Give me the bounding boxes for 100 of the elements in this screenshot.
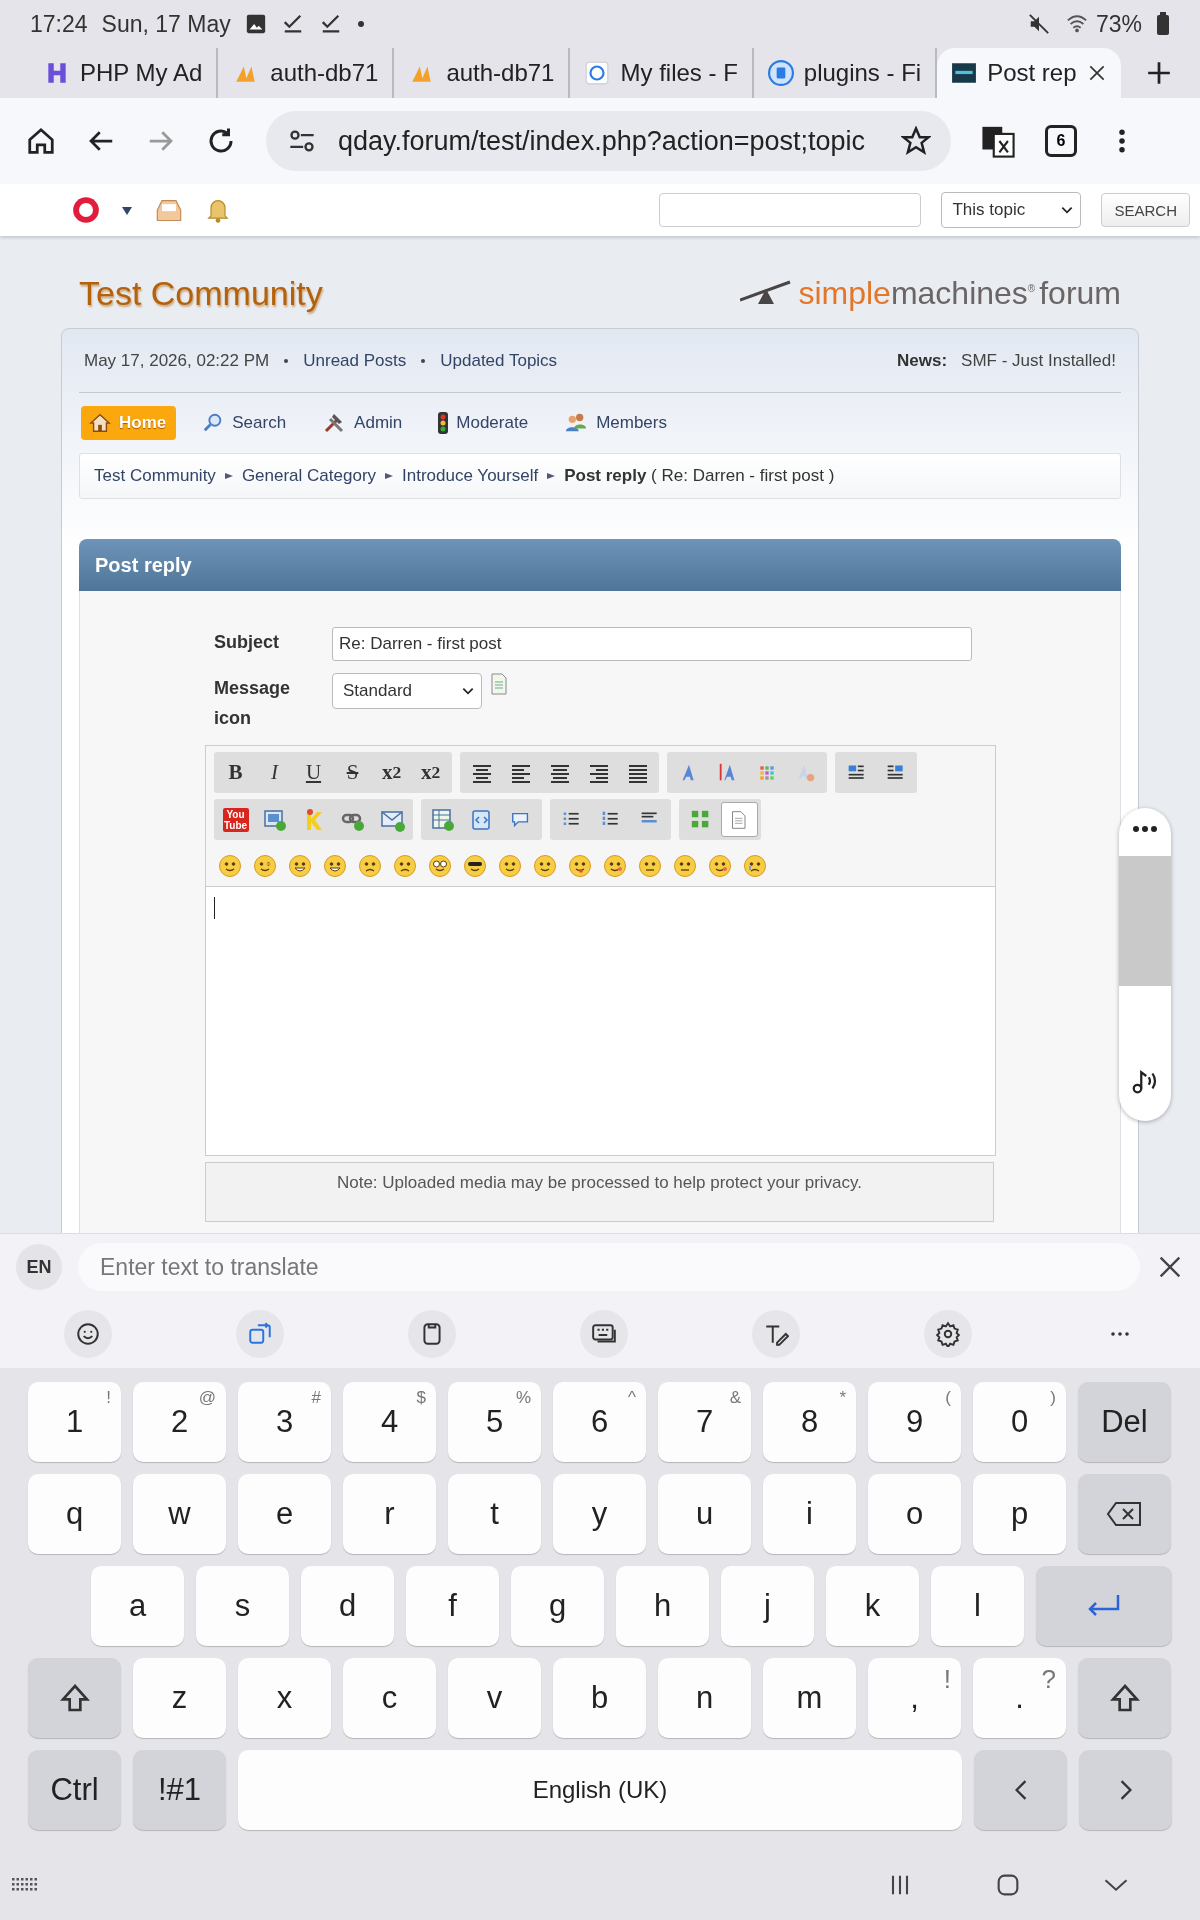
message-icon-select[interactable]: Standard bbox=[332, 673, 482, 709]
keyboard-key[interactable]: 1 ! bbox=[28, 1382, 121, 1462]
translate-page-icon[interactable] bbox=[981, 124, 1015, 158]
message-field[interactable] bbox=[206, 886, 995, 1155]
keyboard-tool-button[interactable] bbox=[408, 1310, 456, 1358]
keyboard-key[interactable] bbox=[1078, 1474, 1171, 1554]
keyboard-key[interactable]: y bbox=[553, 1474, 646, 1554]
translate-field[interactable]: Enter text to translate bbox=[78, 1243, 1140, 1291]
keyboard-key[interactable]: d bbox=[301, 1566, 394, 1646]
keyboard-tool-button[interactable] bbox=[580, 1310, 628, 1358]
bold-button[interactable]: B bbox=[217, 755, 254, 790]
keyboard-key[interactable]: 8 * bbox=[763, 1382, 856, 1462]
keyboard-key[interactable]: . ? bbox=[973, 1658, 1066, 1738]
address-bar[interactable]: qday.forum/test/index.php?action=post;topic bbox=[266, 111, 951, 171]
image-icon bbox=[244, 13, 267, 35]
home-icon[interactable] bbox=[26, 126, 56, 156]
keyboard-key[interactable]: j bbox=[721, 1566, 814, 1646]
keyboard-key[interactable]: e bbox=[238, 1474, 331, 1554]
smiley-icon bbox=[673, 854, 697, 878]
keyboard-key[interactable]: , ! bbox=[868, 1658, 961, 1738]
house-icon bbox=[89, 412, 111, 434]
keyboard-tool-button[interactable] bbox=[924, 1310, 972, 1358]
smiley-icon bbox=[533, 854, 557, 878]
breadcrumb-link[interactable]: Test Community bbox=[94, 466, 216, 486]
keyboard-key[interactable]: i bbox=[763, 1474, 856, 1554]
keyboard-key[interactable]: m bbox=[763, 1658, 856, 1738]
new-tab-icon[interactable] bbox=[1146, 60, 1172, 86]
keyboard-key[interactable]: 5 % bbox=[448, 1382, 541, 1462]
keyboard-key[interactable]: !#1 bbox=[133, 1750, 226, 1830]
breadcrumb-arrow-icon bbox=[384, 471, 395, 481]
breadcrumb-link[interactable]: Introduce Yourself bbox=[402, 466, 539, 486]
browser-tab[interactable]: Post rep bbox=[937, 48, 1121, 98]
keyboard-key[interactable]: f bbox=[406, 1566, 499, 1646]
keyboard-key[interactable]: u bbox=[658, 1474, 751, 1554]
strikethrough-button[interactable]: S bbox=[334, 755, 371, 790]
keyboard-key[interactable]: g bbox=[511, 1566, 604, 1646]
smiley-icon bbox=[498, 854, 522, 878]
news-text: SMF - Just Installed! bbox=[961, 350, 1116, 371]
keyboard-key[interactable]: q bbox=[28, 1474, 121, 1554]
battery-icon bbox=[1156, 12, 1170, 36]
keyboard-key[interactable]: 6 ^ bbox=[553, 1382, 646, 1462]
tab-switcher[interactable]: 6 bbox=[1045, 125, 1077, 157]
keyboard-key[interactable]: Ctrl bbox=[28, 1750, 121, 1830]
avatar-icon[interactable] bbox=[72, 196, 100, 224]
menu-item[interactable]: Admin bbox=[314, 406, 413, 440]
keyboard-key[interactable]: w bbox=[133, 1474, 226, 1554]
star-icon[interactable] bbox=[901, 126, 931, 156]
keyboard-key[interactable]: Del bbox=[1078, 1382, 1171, 1462]
keyboard-key[interactable]: p bbox=[973, 1474, 1066, 1554]
keyboard-key[interactable] bbox=[1078, 1658, 1171, 1738]
menu-item[interactable]: Search bbox=[194, 406, 297, 440]
underline-button[interactable]: U bbox=[295, 755, 332, 790]
keyboard-key[interactable]: 4 $ bbox=[343, 1382, 436, 1462]
keyboard-key[interactable]: k bbox=[826, 1566, 919, 1646]
keyboard-key[interactable]: t bbox=[448, 1474, 541, 1554]
keyboard-key[interactable]: z bbox=[133, 1658, 226, 1738]
keyboard-key[interactable]: 9 ( bbox=[868, 1382, 961, 1462]
keyboard-key[interactable]: 2 @ bbox=[133, 1382, 226, 1462]
align-right-icon bbox=[587, 762, 610, 783]
mute-icon bbox=[1027, 13, 1050, 35]
keyboard-key[interactable]: s bbox=[196, 1566, 289, 1646]
keyboard-key[interactable]: v bbox=[448, 1658, 541, 1738]
keyboard-tool-button[interactable] bbox=[752, 1310, 800, 1358]
logo-text: forum bbox=[1039, 274, 1121, 312]
keyboard-key[interactable] bbox=[28, 1658, 121, 1738]
keyboard-key[interactable]: x bbox=[238, 1658, 331, 1738]
menu-item[interactable]: Moderate bbox=[430, 406, 539, 440]
bullet-icon bbox=[283, 357, 290, 364]
language-badge[interactable]: EN bbox=[16, 1244, 62, 1290]
news-label: News: bbox=[897, 350, 948, 371]
document-icon bbox=[490, 673, 508, 695]
smiley-icon bbox=[253, 854, 277, 878]
shift-icon bbox=[1108, 1682, 1141, 1714]
keyboard-key[interactable]: r bbox=[343, 1474, 436, 1554]
breadcrumb-link[interactable]: General Category bbox=[241, 466, 377, 486]
subject-field[interactable]: Re: Darren - first post bbox=[332, 627, 972, 661]
search-scope-select[interactable]: This topic bbox=[941, 192, 1082, 228]
align-center-icon bbox=[548, 762, 571, 783]
keyboard-tool-button[interactable] bbox=[64, 1310, 112, 1358]
search-field[interactable] bbox=[659, 193, 922, 227]
smiley-icon bbox=[568, 854, 592, 878]
keyboard-key[interactable]: c bbox=[343, 1658, 436, 1738]
italic-button[interactable]: I bbox=[256, 755, 293, 790]
handle-bar[interactable] bbox=[1119, 856, 1171, 986]
nav-link[interactable]: Unread Posts bbox=[303, 350, 407, 371]
keyboard-key[interactable]: o bbox=[868, 1474, 961, 1554]
keyboard-key[interactable]: h bbox=[616, 1566, 709, 1646]
nav-link[interactable]: Updated Topics bbox=[440, 350, 558, 371]
keyboard-key[interactable]: 0 ) bbox=[973, 1382, 1066, 1462]
keyboard-key[interactable]: n bbox=[658, 1658, 751, 1738]
keyboard-key[interactable]: 7 & bbox=[658, 1382, 751, 1462]
shift-icon bbox=[58, 1682, 91, 1714]
space-key[interactable]: English (UK) bbox=[238, 1750, 962, 1830]
keyboard-key[interactable]: l bbox=[931, 1566, 1024, 1646]
keyboard-key[interactable]: a bbox=[91, 1566, 184, 1646]
keyboard-key[interactable]: 3 # bbox=[238, 1382, 331, 1462]
keyboard-key[interactable]: b bbox=[553, 1658, 646, 1738]
menu-item[interactable]: Members bbox=[556, 406, 677, 440]
search-button[interactable]: SEARCH bbox=[1101, 193, 1190, 227]
backspace-icon bbox=[1105, 1499, 1144, 1529]
